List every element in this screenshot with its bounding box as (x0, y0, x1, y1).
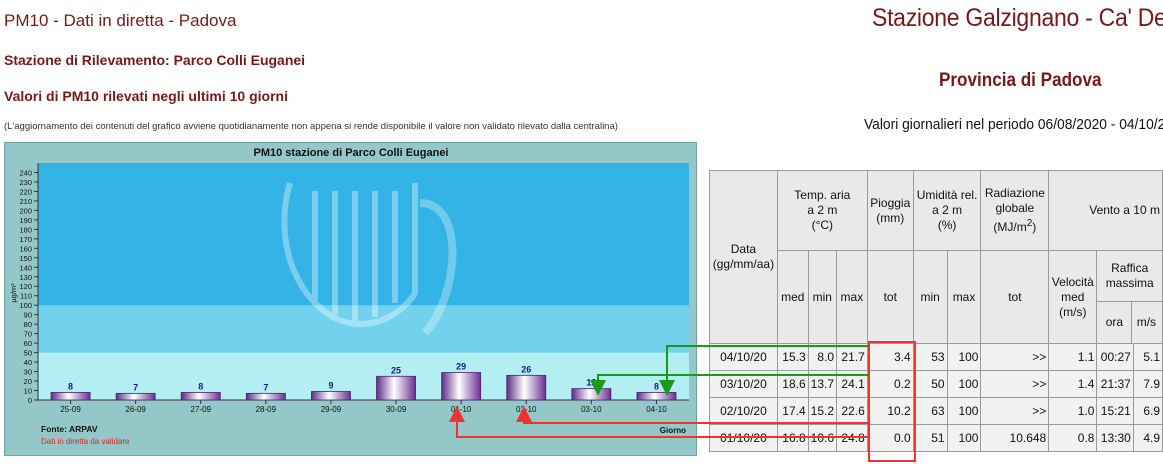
y-tick-label: 140 (19, 263, 32, 272)
meteo-table: Data (gg/mm/aa) Temp. aria a 2 m (°C) Piogg… (709, 170, 1163, 452)
x-tick-label: 28-09 (256, 405, 277, 414)
bar-01-10 (441, 372, 482, 401)
bar-value-label: 7 (263, 382, 268, 392)
y-tick-label: 190 (19, 216, 32, 225)
header-wind: Vento a 10 m (1048, 170, 1163, 251)
station-title: Stazione Galzignano - Ca' Demia (872, 4, 1163, 32)
header-rad-tot: tot (980, 250, 1050, 344)
y-tick-label: 240 (19, 168, 32, 177)
band-2 (38, 163, 689, 306)
bar-02-10 (506, 374, 547, 401)
y-tick-label: 0 (28, 396, 32, 405)
header-rain: Pioggia (mm) (866, 170, 914, 251)
bar-04-10 (636, 392, 677, 401)
header-rain-tot: tot (866, 250, 914, 344)
x-tick-label: 26-09 (125, 405, 146, 414)
y-tick-label: 180 (19, 225, 32, 234)
band-1 (38, 305, 689, 353)
y-tick-label: 20 (24, 377, 32, 386)
bar-25-09 (50, 392, 91, 401)
pm10-chart-svg: PM10 stazione di Parco Colli Euganei0102… (9, 147, 689, 446)
header-gust: Raffica massima ora m/s (1096, 250, 1163, 344)
y-tick-label: 200 (19, 206, 32, 215)
source-note: Dati in diretta da validare (41, 437, 130, 446)
x-tick-label: 03-10 (581, 405, 602, 414)
station-label: Stazione di Rilevamento: Parco Colli Eug… (4, 52, 306, 68)
y-tick-label: 150 (19, 254, 32, 263)
bar-28-09 (245, 392, 286, 401)
bar-value-label: 8 (68, 381, 73, 391)
x-tick-label: 30-09 (386, 405, 407, 414)
values-title: Valori di PM10 rilevati negli ultimi 10 … (4, 88, 288, 104)
y-tick-label: 10 (24, 387, 32, 396)
update-note: (L'aggiornamento dei contenuti del grafi… (4, 121, 618, 132)
y-tick-label: 130 (19, 273, 32, 282)
bar-value-label: 29 (456, 362, 466, 372)
chart-title: PM10 stazione di Parco Colli Euganei (254, 147, 449, 159)
header-temp: Temp. aria a 2 m (°C) (776, 170, 868, 251)
x-tick-label: 02-10 (516, 405, 537, 414)
y-tick-label: 120 (19, 282, 32, 291)
x-tick-label: 25-09 (60, 405, 81, 414)
y-tick-label: 80 (24, 320, 32, 329)
x-axis-label: Giorno (660, 426, 686, 435)
table-row: 03/10/20 18.6 13.7 24.1 0.2 50 100 >> 1.4 21:37… (709, 370, 1163, 398)
header-humidity: Umidità rel. a 2 m (%) (912, 170, 982, 251)
bar-26-09 (115, 392, 156, 401)
header-temp-med: med (776, 250, 809, 344)
table-row: 04/10/20 15.3 8.0 21.7 3.4 53 100 >> 1.1 00:27 5… (709, 343, 1163, 371)
y-tick-label: 70 (24, 330, 32, 339)
y-tick-label: 90 (24, 311, 32, 320)
bar-27-09 (180, 392, 221, 401)
left-page-title: PM10 - Dati in diretta - Padova (4, 11, 237, 30)
y-tick-label: 210 (19, 197, 32, 206)
pm10-chart: PM10 stazione di Parco Colli Euganei 0 10 2… (4, 142, 697, 456)
y-axis-label: µg/m³ (9, 283, 18, 303)
header-wind-speed: Velocità med (m/s) (1048, 250, 1098, 344)
bar-value-label: 25 (391, 365, 401, 375)
bar-value-label: 9 (328, 380, 333, 390)
x-tick-label: 29-09 (321, 405, 342, 414)
province-title: Provincia di Padova (939, 70, 1102, 91)
y-tick-label: 30 (24, 368, 32, 377)
bar-29-09 (311, 391, 351, 401)
y-tick-label: 100 (19, 301, 32, 310)
bar-value-label: 8 (198, 381, 203, 391)
bar-value-label: 8 (654, 381, 659, 391)
y-tick-label: 40 (24, 358, 32, 367)
source-label: Fonte: ARPAV (41, 424, 98, 434)
x-tick-label: 04-10 (646, 405, 667, 414)
header-temp-max: max (836, 250, 868, 344)
header-temp-min: min (807, 250, 838, 344)
table-row: 02/10/20 17.4 15.2 22.6 10.2 63 100 >> 1.0 15:2… (709, 397, 1163, 425)
header-date: Data (gg/mm/aa) (709, 170, 778, 344)
x-tick-label: 27-09 (191, 405, 212, 414)
y-tick-label: 110 (20, 292, 32, 301)
bar-30-09 (376, 375, 416, 401)
y-tick-label: 170 (19, 235, 32, 244)
period-label: Valori giornalieri nel periodo 06/08/202… (864, 116, 1163, 133)
header-radiation: Radiazione globale (MJ/m2) (980, 170, 1050, 251)
x-tick-label: 01-10 (451, 405, 472, 414)
y-tick-label: 160 (19, 244, 32, 253)
table-row: 01/10/20 16.8 10.6 24.8 0.0 51 100 10.648 0.8 1… (709, 424, 1163, 452)
header-hum-min: min (912, 250, 948, 344)
bar-03-10 (571, 388, 612, 401)
bar-value-label: 7 (133, 382, 138, 392)
y-tick-label: 50 (24, 349, 32, 358)
bar-value-label: 12 (586, 378, 596, 388)
header-hum-max: max (946, 250, 982, 344)
y-tick-label: 60 (24, 339, 32, 348)
y-tick-label: 220 (19, 187, 32, 196)
bar-value-label: 26 (521, 364, 531, 374)
y-tick-label: 230 (19, 178, 32, 187)
meteo-table-wrap: Data (gg/mm/aa) Temp. aria a 2 m (°C) Piogg… (709, 170, 1163, 464)
